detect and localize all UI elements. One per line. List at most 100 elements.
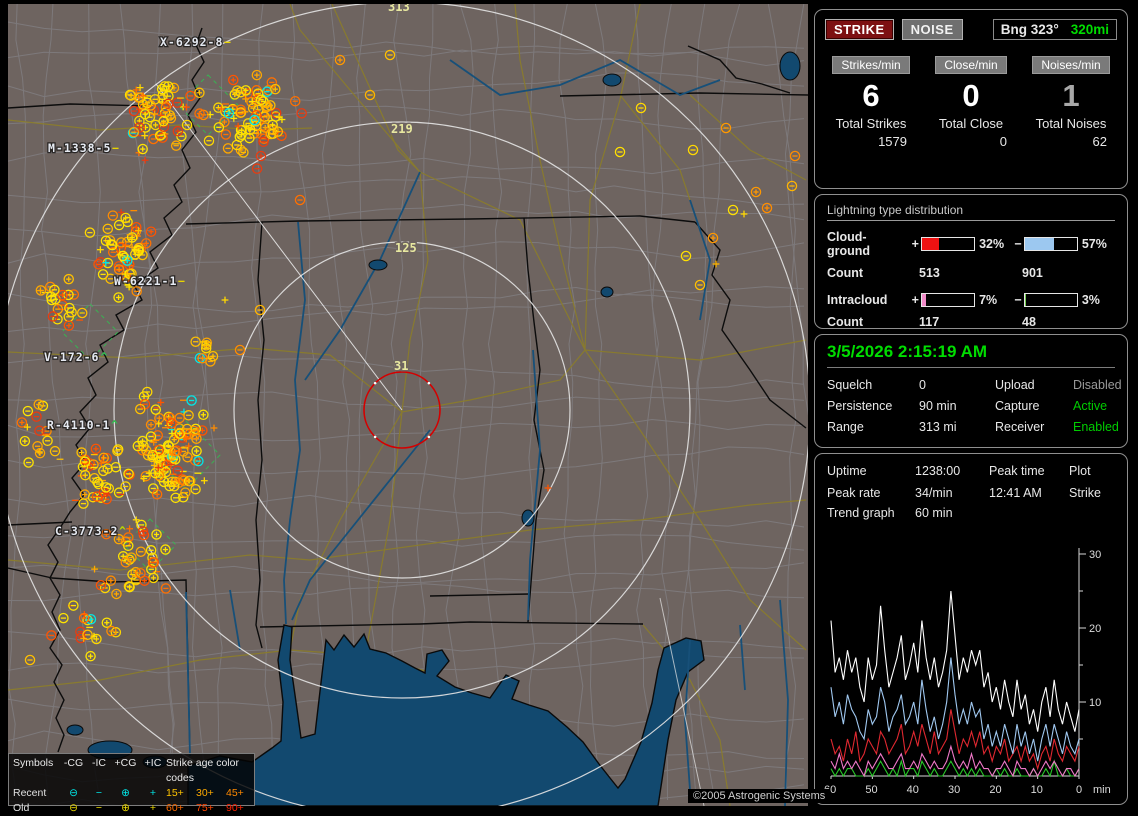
trend-x-tick: 50 [865,784,877,796]
storm-trend-indicator: − [224,35,231,49]
storm-trend-indicator: ^ [101,350,108,364]
persistence-label: Persistence [827,399,893,413]
trend-graph-label: Trend graph [827,506,895,520]
legend-age-code: 45+ [226,787,244,799]
cg-positive-count: 513 [919,266,940,280]
total-noises-value: 62 [1092,133,1107,149]
cg-positive-pct: 32% [979,237,1005,251]
legend-age-code: 90+ [226,802,244,814]
map-legend: Symbols -CG -IC +CG +IC Strike age color… [8,753,255,814]
legend-symbol-glyph: − [95,787,103,799]
cg-count-label: Count [827,266,864,280]
legend-old-row: Old ⊖ − ⊕ +60+ 75+ 90+ [13,801,250,816]
storm-trend-indicator: − [112,141,119,155]
minus-sign: − [1014,237,1022,251]
legend-symbol-glyph: ⊕ [121,787,130,799]
legend-col-pos-ic: +IC [144,757,162,769]
legend-age-code: 75+ [196,802,214,814]
ic-negative-bar [1023,293,1078,307]
noises-per-min-chip[interactable]: Noises/min [1032,56,1110,74]
legend-symbol-glyph: ⊖ [69,802,78,814]
trend-series--CG [830,657,1080,762]
legend-symbol-glyph: − [95,802,103,814]
noises-per-min-value: 1 [1062,78,1080,113]
legend-age-title: Strike age color codes [166,757,239,784]
ic-positive-bar [921,293,976,307]
peak-time-label: Peak time [989,464,1045,478]
total-strikes-value: 1579 [878,133,907,149]
strikes-per-min-chip[interactable]: Strikes/min [832,56,910,74]
cg-negative-bar [1023,237,1078,251]
total-close-label: Total Close [938,115,1004,131]
noise-button[interactable]: NOISE [901,19,963,40]
peak-rate-value: 34/min [915,486,953,500]
plus-sign: + [911,293,919,307]
persistence-value: 90 min [919,399,957,413]
capture-label: Capture [995,399,1040,413]
datetime-display: 3/5/2026 2:15:19 AM [827,342,1115,368]
trend-x-tick: 20 [989,784,1001,796]
trend-window-value: 60 min [915,506,953,520]
trend-x-tick: 30 [948,784,960,796]
trend-x-unit: min [1093,784,1111,796]
distribution-panel: Lightning type distribution Cloud-ground… [814,194,1128,329]
distribution-title: Lightning type distribution [827,203,1115,221]
trend-x-tick: 0 [1076,784,1082,796]
trend-y-tick: 30 [1089,549,1101,561]
legend-recent-label: Recent [13,787,47,799]
ic-negative-count: 48 [1022,315,1036,329]
trend-y-tick: 10 [1089,697,1101,709]
cloud-ground-label: Cloud-ground [827,230,871,258]
trend-x-tick: 10 [1031,784,1043,796]
bearing-readout: Bng 323° 320mi [992,19,1117,40]
uptime-label: Uptime [827,464,867,478]
legend-recent-row: Recent ⊖ − ⊕ +15+ 30+ 45+ [13,786,250,801]
legend-age-code: 15+ [166,787,184,799]
legend-col-neg-cg: -CG [63,757,84,769]
range-ring-label: 31 [394,359,408,373]
peak-time-value: 12:41 AM [989,486,1042,500]
receiver-status: Enabled [1073,420,1119,434]
minus-sign: − [1014,293,1022,307]
ic-count-label: Count [827,315,864,329]
squelch-label: Squelch [827,378,873,392]
storm-cell-label: W-6221-1 [114,274,177,288]
storm-trend-indicator: − [178,274,185,288]
legend-old-label: Old [13,802,30,814]
range-ring-label: 313 [388,0,410,14]
cg-negative-pct: 57% [1081,237,1107,251]
strikes-per-min-value: 6 [862,78,880,113]
squelch-value: 0 [919,378,926,392]
range-value: 313 mi [919,420,957,434]
total-strikes-label: Total Strikes [835,115,907,131]
receiver-label: Receiver [995,420,1045,434]
cg-positive-bar [921,237,976,251]
upload-label: Upload [995,378,1035,392]
strike-button[interactable]: STRIKE [825,19,894,40]
legend-age-code: 60+ [166,802,184,814]
storm-cell-label: V-172-6 [44,350,99,364]
plus-sign: + [911,237,919,251]
ic-positive-pct: 7% [979,293,998,307]
trend-series-+IC [830,744,1080,778]
status-panel: 3/5/2026 2:15:19 AM Squelch 0 Upload Dis… [814,334,1128,448]
total-noises-label: Total Noises [1035,115,1107,131]
cg-negative-count: 901 [1022,266,1043,280]
range-ring-label: 219 [391,122,413,136]
plot-label: Plot [1069,464,1091,478]
strike-counter-panel: STRIKE NOISE Bng 323° 320mi Strikes/min … [814,9,1128,189]
bearing-label: Bng 323° [1000,22,1059,37]
storm-cell-label: C-3773-2 [55,524,118,538]
range-label: Range [827,420,864,434]
storm-cell-label: R-4110-1 [47,418,110,432]
close-per-min-chip[interactable]: Close/min [935,56,1007,74]
peak-rate-label: Peak rate [827,486,881,500]
capture-status: Active [1073,399,1108,413]
range-ring-label: 125 [395,241,417,255]
legend-age-code: 30+ [196,787,214,799]
intracloud-label: Intracloud [827,293,888,307]
uptime-value: 1238:00 [915,464,961,478]
trend-y-tick: 20 [1089,623,1101,635]
storm-trend-indicator: ^ [111,418,118,432]
plot-value: Strike [1069,486,1101,500]
